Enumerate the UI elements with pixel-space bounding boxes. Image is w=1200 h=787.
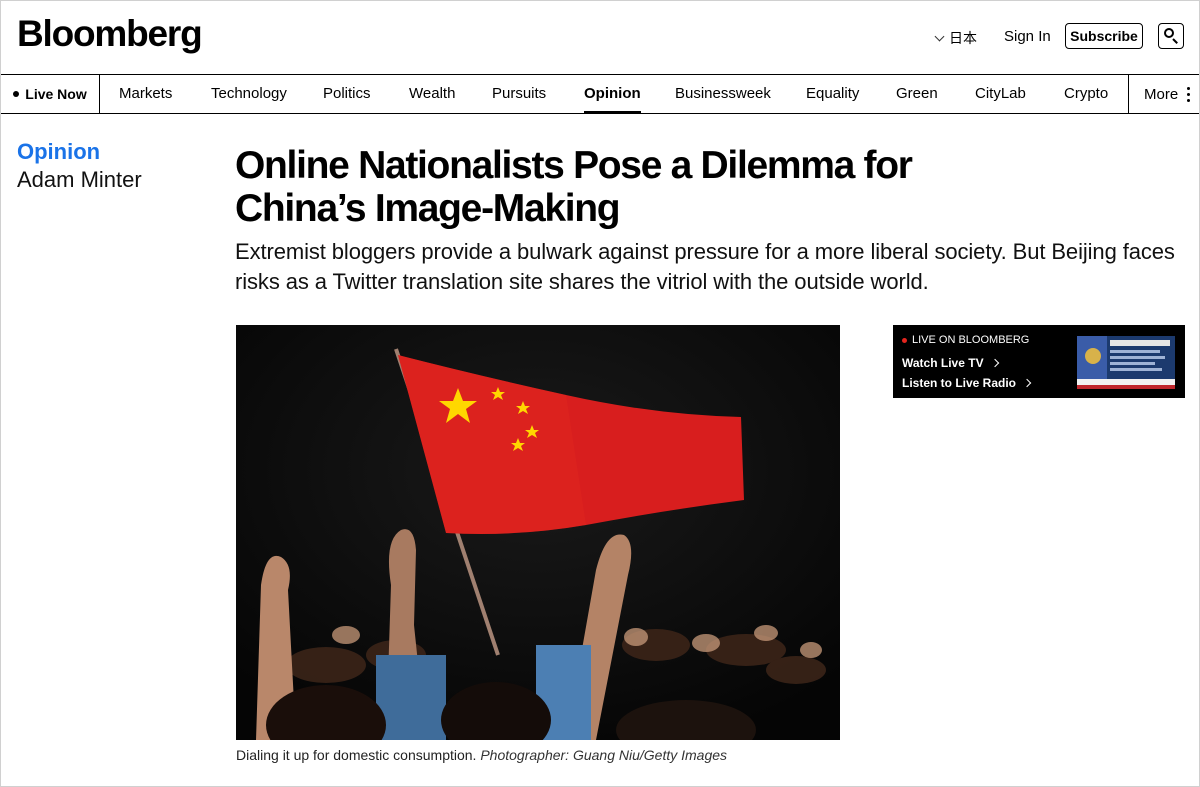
nav-more-label: More [1144,85,1179,103]
hero-image [236,325,840,740]
nav-item-markets[interactable]: Markets [119,75,172,113]
subscribe-button[interactable]: Subscribe [1065,23,1143,49]
author-name[interactable]: Adam Minter [17,167,142,193]
section-label[interactable]: Opinion [17,139,100,165]
more-vertical-icon [1187,86,1191,102]
nav-item-technology[interactable]: Technology [211,75,287,113]
watch-live-tv-link[interactable]: Watch Live TV [902,356,999,370]
article-dek: Extremist bloggers provide a bulwark aga… [235,239,1175,294]
watch-live-tv-label: Watch Live TV [902,356,984,370]
language-selector[interactable]: 日本 [934,28,977,48]
nav-item-citylab[interactable]: CityLab [975,75,1026,113]
flag-photo [236,325,840,740]
nav-item-businessweek[interactable]: Businessweek [675,75,771,113]
live-dot-icon [13,91,20,97]
language-label: 日本 [949,30,977,46]
nav-live-now-label: Live Now [25,86,87,102]
nav-more-button[interactable]: More [1128,75,1199,113]
nav-live-now[interactable]: Live Now [1,75,100,113]
article-headline: Online Nationalists Pose a Dilemma for C… [235,144,913,230]
nav-item-opinion[interactable]: Opinion [584,75,641,113]
caption-text: Dialing it up for domestic consumption. [236,747,477,763]
live-tv-thumbnail[interactable] [1077,336,1175,389]
sign-in-link[interactable]: Sign In [1004,28,1051,45]
nav-item-pursuits[interactable]: Pursuits [492,75,546,113]
live-label-text: LIVE ON BLOOMBERG [912,334,1030,346]
nav-item-wealth[interactable]: Wealth [409,75,455,113]
photo-credit: Photographer: Guang Niu/Getty Images [480,747,728,763]
image-caption: Dialing it up for domestic consumption. … [236,747,727,763]
nav-item-politics[interactable]: Politics [323,75,371,113]
search-icon [1164,28,1174,38]
bloomberg-logo[interactable]: Bloomberg [17,13,203,55]
chevron-right-icon [990,358,999,368]
listen-live-radio-link[interactable]: Listen to Live Radio [902,376,1032,390]
live-on-bloomberg-widget: LIVE ON BLOOMBERG Watch Live TV Listen t… [893,325,1185,398]
chevron-right-icon [1022,378,1032,388]
main-nav: Live Now Markets Technology Politics Wea… [1,74,1199,114]
nav-item-crypto[interactable]: Crypto [1064,75,1108,113]
nav-item-green[interactable]: Green [896,75,938,113]
search-icon-handle [1172,38,1178,44]
page-frame: Bloomberg 日本 Sign In Subscribe Live Now … [0,0,1200,787]
chevron-down-icon [934,31,945,41]
listen-live-radio-label: Listen to Live Radio [902,376,1017,390]
live-label: LIVE ON BLOOMBERG [902,334,1029,346]
nav-item-equality[interactable]: Equality [806,75,859,113]
search-button[interactable] [1158,23,1184,49]
masthead: Bloomberg 日本 Sign In Subscribe [1,1,1199,73]
live-dot-icon [902,337,907,343]
